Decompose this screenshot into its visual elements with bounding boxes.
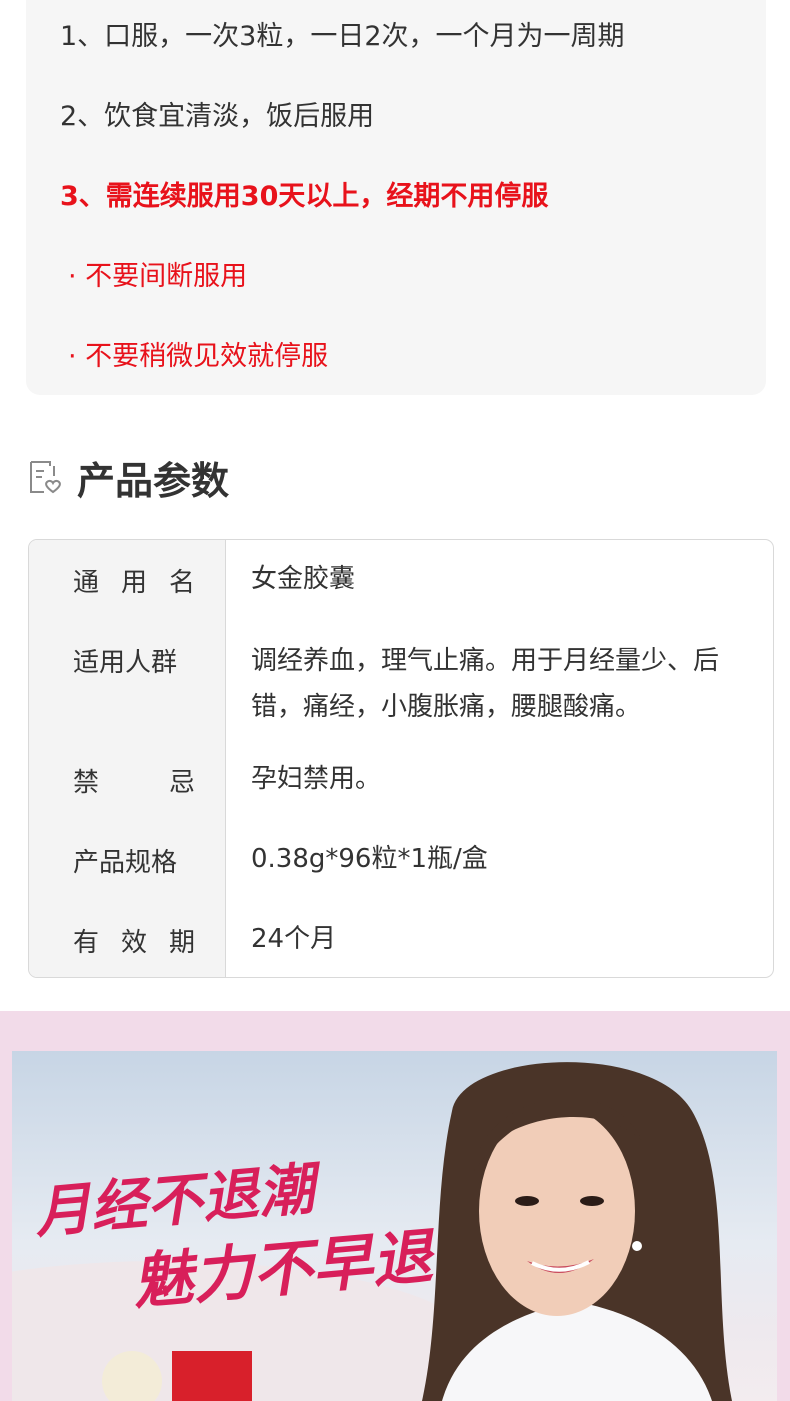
promo-photo: 月经不退潮 魅力不早退	[12, 1051, 777, 1401]
value-spec: 0.38g*96粒*1瓶/盒	[251, 844, 488, 874]
label-target-group: 适用人群	[73, 648, 178, 678]
section-title: 产品参数	[77, 459, 230, 503]
params-label-column	[29, 540, 226, 977]
value-target-group: 调经养血，理气止痛。用于月经量少、后错，痛经，小腹胀痛，腰腿酸痛。	[251, 646, 720, 722]
label-spec: 产品规格	[73, 848, 178, 878]
usage-bullet-no-early-stop: · 不要稍微见效就停服	[68, 341, 329, 372]
usage-bullet-no-interrupt: · 不要间断服用	[68, 261, 248, 292]
value-expiry: 24个月	[251, 924, 337, 954]
label-contraindication: 禁 忌	[73, 768, 195, 798]
usage-line-diet: 2、饮食宜清淡，饭后服用	[60, 101, 375, 132]
label-generic-name: 通 用 名	[73, 568, 195, 598]
value-contraindication: 孕妇禁用。	[251, 764, 382, 794]
usage-line-dosage: 1、口服，一次3粒，一日2次，一个月为一周期	[60, 21, 625, 52]
product-params-table: 通 用 名 女金胶囊 适用人群 调经养血，理气止痛。用于月经量少、后错，痛经，小…	[28, 539, 774, 978]
label-expiry: 有 效 期	[73, 928, 195, 958]
usage-line-continuous: 3、需连续服用30天以上，经期不用停服	[60, 181, 549, 212]
document-heart-icon	[30, 461, 61, 494]
value-generic-name: 女金胶囊	[251, 564, 356, 594]
